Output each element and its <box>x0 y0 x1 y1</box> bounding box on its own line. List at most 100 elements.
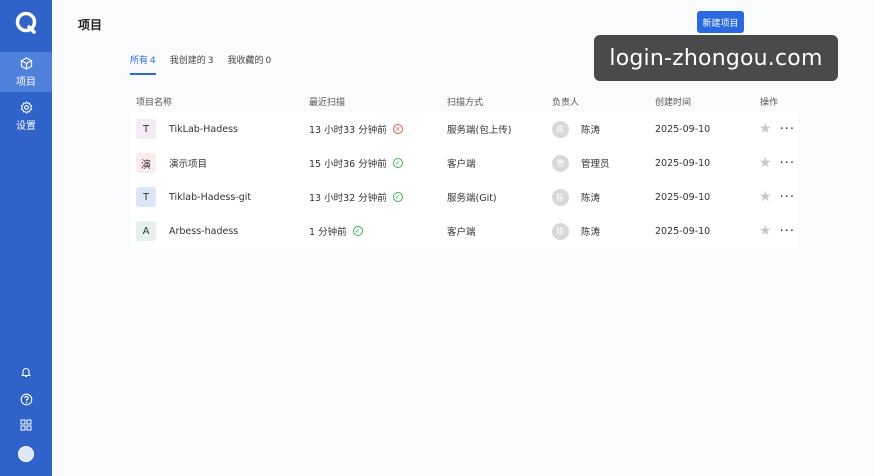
success-status-icon: ✓ <box>392 158 403 168</box>
avatar: 陈 <box>552 120 569 138</box>
sidebar: 项目 设置 <box>0 0 52 476</box>
owner-cell: 陈 陈涛 <box>552 180 600 214</box>
project-name[interactable]: Tiklab-Hadess-git <box>169 192 251 203</box>
tab-label: 我创建的 <box>169 56 206 66</box>
star-icon[interactable]: ★ <box>759 223 772 239</box>
actions-cell: ★ ··· <box>759 180 795 214</box>
created-cell: 2025-09-10 <box>655 180 710 214</box>
owner-name: 陈涛 <box>581 227 601 238</box>
col-owner: 负责人 <box>552 98 580 108</box>
project-icon: A <box>136 221 156 241</box>
project-name-cell[interactable]: T Tiklab-Hadess-git <box>136 180 251 214</box>
sidebar-item-projects[interactable]: 项目 <box>0 52 52 92</box>
created-cell: 2025-09-10 <box>655 146 710 180</box>
new-project-button[interactable]: 新建项目 <box>697 11 744 33</box>
scan-method-cell: 服务端(包上传) <box>447 112 511 146</box>
last-scan-time: 13 小时33 分钟前 <box>309 125 387 136</box>
bell-icon[interactable] <box>19 365 33 379</box>
project-name[interactable]: TikLab-Hadess <box>169 124 238 135</box>
created-date: 2025-09-10 <box>655 225 711 237</box>
owner-cell: 管 管理员 <box>552 146 610 180</box>
scan-method-cell: 服务端(Git) <box>447 180 497 214</box>
sidebar-item-settings[interactable]: 设置 <box>0 96 52 136</box>
tab-created-by-me[interactable]: 我创建的 3 <box>170 53 214 75</box>
last-scan-cell: 13 小时33 分钟前 × <box>309 112 403 146</box>
last-scan-cell: 15 小时36 分钟前 ✓ <box>309 146 403 180</box>
col-last-scan: 最近扫描 <box>309 98 346 108</box>
col-scan-method: 扫描方式 <box>447 98 484 108</box>
grid-icon[interactable] <box>19 418 33 432</box>
created-cell: 2025-09-10 <box>655 214 710 248</box>
more-icon[interactable]: ··· <box>780 190 795 205</box>
created-date: 2025-09-10 <box>655 157 711 169</box>
last-scan-time: 15 小时36 分钟前 <box>309 159 387 170</box>
fail-status-icon: × <box>392 124 403 134</box>
col-created: 创建时间 <box>655 98 692 108</box>
project-table: 项目名称 最近扫描 扫描方式 负责人 创建时间 操作 T TikLab-Hade… <box>130 88 798 248</box>
project-name-cell[interactable]: T TikLab-Hadess <box>136 112 238 146</box>
created-date: 2025-09-10 <box>655 191 711 203</box>
tab-count: 0 <box>265 56 272 66</box>
avatar: 管 <box>552 154 569 172</box>
owner-name: 管理员 <box>581 159 610 170</box>
more-icon[interactable]: ··· <box>780 224 795 239</box>
scan-method: 客户端 <box>447 159 476 170</box>
avatar: 陈 <box>552 188 569 206</box>
success-status-icon: ✓ <box>392 192 403 202</box>
last-scan-cell: 13 小时32 分钟前 ✓ <box>309 180 403 214</box>
col-actions: 操作 <box>760 98 779 108</box>
scan-method: 客户端 <box>447 227 476 238</box>
col-project-name: 项目名称 <box>136 98 173 108</box>
table-row[interactable]: A Arbess-hadess 1 分钟前 ✓ 客户端 陈 陈涛 2025-09… <box>130 214 798 248</box>
scan-method-cell: 客户端 <box>447 146 476 180</box>
success-status-icon: ✓ <box>352 226 363 236</box>
table-row[interactable]: T TikLab-Hadess 13 小时33 分钟前 × 服务端(包上传) 陈… <box>130 112 798 146</box>
star-icon[interactable]: ★ <box>759 121 772 137</box>
filter-tabs: 所有 4 我创建的 3 我收藏的 0 <box>130 53 285 75</box>
more-icon[interactable]: ··· <box>780 156 795 171</box>
project-name-cell[interactable]: A Arbess-hadess <box>136 214 238 248</box>
tab-all[interactable]: 所有 4 <box>130 53 156 75</box>
scan-method: 服务端(包上传) <box>447 125 512 136</box>
page-title: 项目 <box>78 18 103 32</box>
help-icon[interactable] <box>19 392 33 406</box>
created-date: 2025-09-10 <box>655 123 711 135</box>
last-scan-time: 1 分钟前 <box>309 227 347 238</box>
project-icon: T <box>136 187 156 207</box>
star-icon[interactable]: ★ <box>759 155 772 171</box>
star-icon[interactable]: ★ <box>759 189 772 205</box>
project-name-cell[interactable]: 演 演示项目 <box>136 146 207 180</box>
last-scan-time: 13 小时32 分钟前 <box>309 193 387 204</box>
sidebar-item-label: 项目 <box>16 77 36 88</box>
owner-cell: 陈 陈涛 <box>552 112 600 146</box>
project-icon: 演 <box>136 153 156 173</box>
project-name[interactable]: 演示项目 <box>169 156 207 170</box>
scan-method-cell: 客户端 <box>447 214 476 248</box>
sidebar-item-label: 设置 <box>16 121 36 132</box>
tab-label: 我收藏的 <box>227 56 264 66</box>
scan-method: 服务端(Git) <box>447 193 497 204</box>
table-header: 项目名称 最近扫描 扫描方式 负责人 创建时间 操作 <box>130 88 798 112</box>
tab-favorites[interactable]: 我收藏的 0 <box>228 53 272 75</box>
tab-count: 3 <box>207 56 214 66</box>
cube-icon <box>19 56 33 70</box>
owner-cell: 陈 陈涛 <box>552 214 600 248</box>
watermark: login-zhongou.com <box>594 35 838 81</box>
table-row[interactable]: 演 演示项目 15 小时36 分钟前 ✓ 客户端 管 管理员 2025-09-1… <box>130 146 798 180</box>
owner-name: 陈涛 <box>581 125 601 136</box>
owner-name: 陈涛 <box>581 193 601 204</box>
project-icon: T <box>136 119 156 139</box>
tab-label: 所有 <box>130 56 149 66</box>
avatar[interactable] <box>18 446 34 462</box>
actions-cell: ★ ··· <box>759 214 795 248</box>
created-cell: 2025-09-10 <box>655 112 710 146</box>
project-name[interactable]: Arbess-hadess <box>169 226 238 237</box>
table-row[interactable]: T Tiklab-Hadess-git 13 小时32 分钟前 ✓ 服务端(Gi… <box>130 180 798 214</box>
actions-cell: ★ ··· <box>759 112 795 146</box>
avatar: 陈 <box>552 222 569 240</box>
gear-icon <box>19 100 33 114</box>
logo-ring-icon[interactable] <box>14 10 38 34</box>
more-icon[interactable]: ··· <box>780 122 795 137</box>
actions-cell: ★ ··· <box>759 146 795 180</box>
tab-count: 4 <box>150 56 156 66</box>
